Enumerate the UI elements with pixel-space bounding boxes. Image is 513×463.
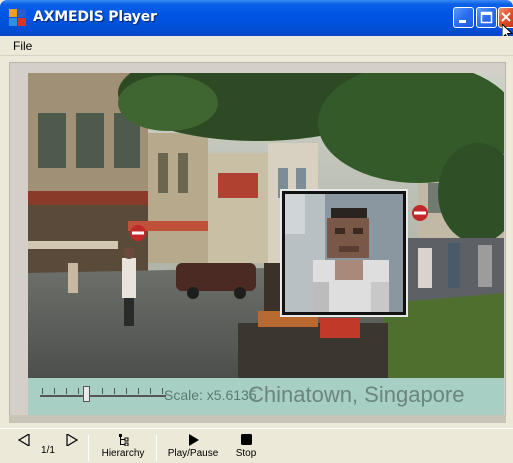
page-counter: 1/1 <box>41 445 55 456</box>
zoom-slider-thumb[interactable] <box>83 386 90 402</box>
menu-file[interactable]: File <box>13 39 32 53</box>
player-window: AXMEDIS Player File Scale: x5.6135 China… <box>0 0 513 463</box>
location-caption: Chinatown, Singapore <box>248 382 465 407</box>
triangle-left-icon <box>17 434 30 446</box>
triangle-right-icon <box>66 434 79 446</box>
maximize-icon <box>480 11 493 24</box>
next-button[interactable] <box>64 429 80 446</box>
axmedis-logo-icon <box>9 9 27 27</box>
caption-bar: Scale: x5.6135 Chinatown, Singapore <box>28 378 504 415</box>
stop-label: Stop <box>235 448 257 459</box>
maximize-button[interactable] <box>476 7 497 28</box>
minimize-icon <box>459 20 466 23</box>
play-pause-label: Play/Pause <box>167 448 219 459</box>
prev-button[interactable] <box>16 429 32 446</box>
window-title: AXMEDIS Player <box>33 9 157 25</box>
video-frame-image <box>28 73 504 378</box>
minimize-button[interactable] <box>453 7 474 28</box>
hierarchy-label: Hierarchy <box>101 448 145 459</box>
zoom-inset-window[interactable] <box>280 189 408 317</box>
hierarchy-button[interactable]: Hierarchy <box>95 429 151 459</box>
zoom-slider-track[interactable] <box>40 395 166 397</box>
menu-bar: File <box>0 36 513 56</box>
title-bar[interactable]: AXMEDIS Player <box>0 0 513 36</box>
stop-button[interactable]: Stop <box>229 429 263 459</box>
tree-icon <box>119 434 129 446</box>
video-viewport[interactable] <box>28 73 504 378</box>
play-pause-button[interactable]: Play/Pause <box>163 429 223 459</box>
stop-icon <box>241 434 252 445</box>
player-bottom-strip <box>9 415 506 423</box>
zoom-inset-image <box>285 194 403 312</box>
scale-readout: Scale: x5.6135 <box>164 387 257 403</box>
play-icon <box>189 434 199 446</box>
player-toolbar: 1/1 Hierarchy Play/Pause Stop <box>0 428 513 463</box>
